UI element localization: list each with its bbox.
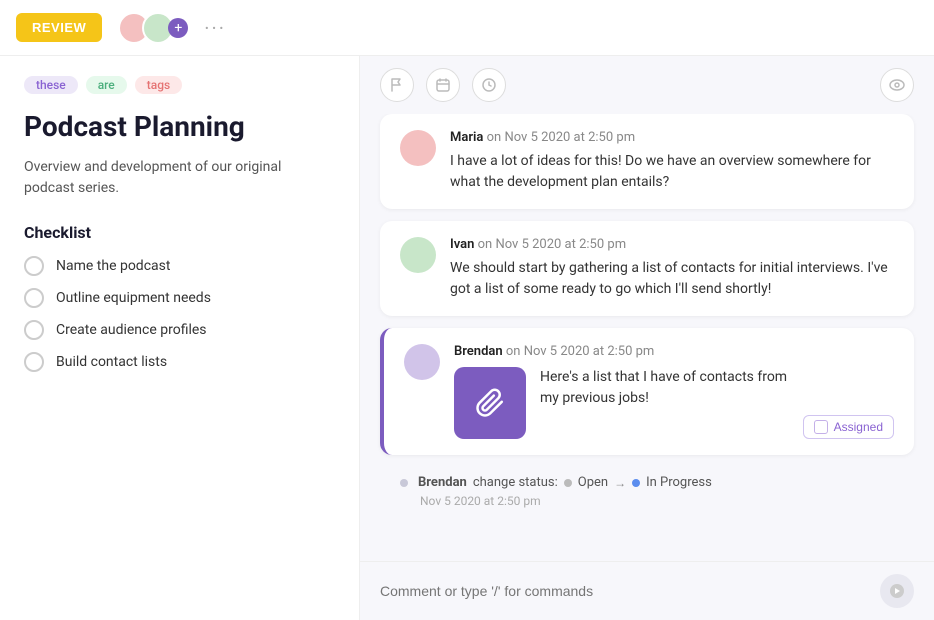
avatar-group: + [118, 12, 188, 44]
comment-text: I have a lot of ideas for this! Do we ha… [450, 151, 894, 193]
add-member-button[interactable]: + [168, 18, 188, 38]
page-title: Podcast Planning [24, 110, 335, 143]
left-panel: these are tags Podcast Planning Overview… [0, 56, 360, 620]
checklist-item-label: Create audience profiles [56, 322, 207, 338]
comment-input-bar [360, 561, 934, 620]
assigned-button[interactable]: Assigned [803, 415, 894, 439]
checklist-item[interactable]: Outline equipment needs [24, 288, 335, 308]
checklist-item-label: Outline equipment needs [56, 290, 211, 306]
clock-button[interactable] [472, 68, 506, 102]
tag-are[interactable]: are [86, 76, 127, 94]
tag-these[interactable]: these [24, 76, 78, 94]
status-change: Brendan change status: Open → In Progres… [380, 467, 914, 516]
tag-tags[interactable]: tags [135, 76, 182, 94]
comment-text: We should start by gathering a list of c… [450, 258, 894, 300]
right-toolbar [360, 56, 934, 114]
calendar-button[interactable] [426, 68, 460, 102]
send-button[interactable] [880, 574, 914, 608]
comment-author: Ivan [450, 237, 474, 252]
checklist-item[interactable]: Create audience profiles [24, 320, 335, 340]
brendan-text: Here's a list that I have of contacts fr… [540, 367, 789, 409]
brendan-message-row: Here's a list that I have of contacts fr… [454, 367, 894, 439]
avatar-ivan [400, 237, 436, 273]
comment-timestamp: on Nov 5 2020 at 2:50 pm [487, 130, 635, 145]
review-button[interactable]: REVIEW [16, 13, 102, 42]
app-header: REVIEW + ··· [0, 0, 934, 56]
brendan-timestamp: on Nov 5 2020 at 2:50 pm [506, 344, 654, 359]
checklist-item[interactable]: Build contact lists [24, 352, 335, 372]
comment-card-maria: Maria on Nov 5 2020 at 2:50 pm I have a … [380, 114, 914, 209]
comment-body: Ivan on Nov 5 2020 at 2:50 pm We should … [450, 237, 894, 300]
eye-button[interactable] [880, 68, 914, 102]
checklist-heading: Checklist [24, 223, 335, 242]
comment-timestamp: on Nov 5 2020 at 2:50 pm [478, 237, 626, 252]
in-progress-status-dot [632, 479, 640, 487]
comment-card-ivan: Ivan on Nov 5 2020 at 2:50 pm We should … [380, 221, 914, 316]
checklist: Name the podcast Outline equipment needs… [24, 256, 335, 372]
status-to: In Progress [646, 475, 712, 490]
status-from: Open [578, 475, 608, 490]
assigned-label: Assigned [834, 420, 883, 434]
more-options-button[interactable]: ··· [204, 16, 226, 40]
flag-button[interactable] [380, 68, 414, 102]
page-description: Overview and development of our original… [24, 157, 335, 199]
right-panel: Maria on Nov 5 2020 at 2:50 pm I have a … [360, 56, 934, 620]
check-circle[interactable] [24, 288, 44, 308]
status-bullet [400, 479, 408, 487]
check-circle[interactable] [24, 256, 44, 276]
brendan-author: Brendan [454, 344, 503, 359]
check-circle[interactable] [24, 352, 44, 372]
main-layout: these are tags Podcast Planning Overview… [0, 56, 934, 620]
status-row: Brendan change status: Open → In Progres… [400, 475, 914, 490]
comment-meta: Ivan on Nov 5 2020 at 2:50 pm [450, 237, 894, 252]
comment-body: Maria on Nov 5 2020 at 2:50 pm I have a … [450, 130, 894, 193]
assigned-checkbox[interactable] [814, 420, 828, 434]
comment-input[interactable] [380, 583, 868, 599]
brendan-meta: Brendan on Nov 5 2020 at 2:50 pm [454, 344, 894, 359]
open-status-dot [564, 479, 572, 487]
tags-row: these are tags [24, 76, 335, 94]
comment-meta: Maria on Nov 5 2020 at 2:50 pm [450, 130, 894, 145]
checklist-item-label: Build contact lists [56, 354, 167, 370]
brendan-content: Brendan on Nov 5 2020 at 2:50 pm Here's … [454, 344, 894, 439]
check-circle[interactable] [24, 320, 44, 340]
status-arrow-icon: → [614, 476, 626, 490]
status-timestamp: Nov 5 2020 at 2:50 pm [400, 494, 914, 508]
status-actor: Brendan [418, 475, 467, 490]
status-action: change status: [473, 475, 558, 490]
comments-area: Maria on Nov 5 2020 at 2:50 pm I have a … [360, 114, 934, 561]
avatar-brendan [404, 344, 440, 380]
checklist-item-label: Name the podcast [56, 258, 170, 274]
checklist-item[interactable]: Name the podcast [24, 256, 335, 276]
comment-author: Maria [450, 130, 483, 145]
attachment-thumbnail[interactable] [454, 367, 526, 439]
avatar-maria [400, 130, 436, 166]
comment-card-brendan: Brendan on Nov 5 2020 at 2:50 pm Here's … [380, 328, 914, 455]
